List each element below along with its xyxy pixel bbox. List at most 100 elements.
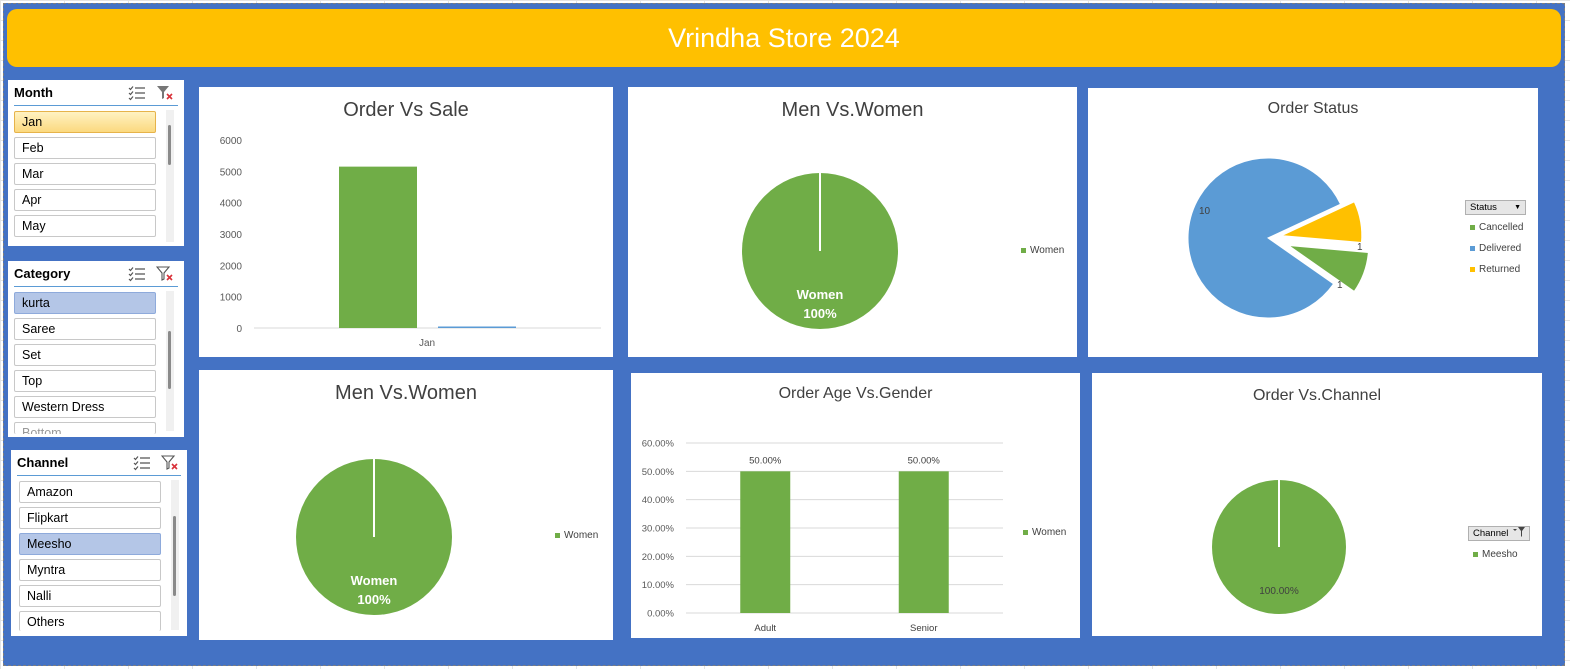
slicer-item-meesho[interactable]: Meesho	[19, 533, 161, 555]
legend-item-women: Women	[1021, 245, 1064, 256]
y-tick-label: 0	[236, 324, 242, 335]
slicer-item-set[interactable]: Set	[14, 344, 156, 366]
bar-adult	[740, 471, 791, 613]
slicer-item-jan[interactable]: Jan	[14, 111, 156, 133]
slicer-item-mar[interactable]: Mar	[14, 163, 156, 185]
multi-select-icon[interactable]	[128, 84, 146, 102]
legend-item-women: Women	[555, 530, 598, 541]
y-tick-label: 60.00%	[642, 439, 675, 450]
x-tick-label: Adult	[754, 623, 776, 634]
slicer-category-header: Category	[14, 261, 178, 287]
slicer-channel-title: Channel	[17, 455, 69, 470]
chart-order-vs-sale[interactable]: Order Vs Sale 0 1000 2000 3000 4000 5000 6000 …	[199, 87, 613, 357]
legend-item-meesho: Meesho	[1473, 549, 1518, 560]
legend-label: Cancelled	[1479, 222, 1524, 233]
slicer-item-apr[interactable]: Apr	[14, 189, 156, 211]
bar-senior	[898, 471, 949, 613]
clear-filter-icon[interactable]	[156, 265, 174, 283]
scroll-thumb[interactable]	[168, 125, 171, 165]
y-tick-label: 4000	[220, 199, 243, 210]
legend-label: Women	[564, 530, 599, 541]
legend-label: Women	[1032, 527, 1067, 538]
slicer-category[interactable]: Category kurta Saree Set Top Western Dre…	[8, 261, 184, 437]
legend-swatch	[1473, 552, 1478, 557]
y-tick-label: 20.00%	[642, 552, 675, 563]
slicer-item-top[interactable]: Top	[14, 370, 156, 392]
filter-label: Status	[1470, 202, 1497, 213]
clear-filter-icon[interactable]	[156, 84, 174, 102]
legend-swatch	[1023, 530, 1028, 535]
multi-select-icon[interactable]	[133, 454, 151, 472]
legend-item-returned: Returned	[1470, 264, 1520, 275]
slicer-item-western-dress[interactable]: Western Dress	[14, 396, 156, 418]
legend-item-delivered: Delivered	[1470, 243, 1521, 254]
chart-order-status[interactable]: Order Status 10 1 1 Status ▼ Cancelled D…	[1088, 88, 1538, 357]
chart-men-vs-women-2[interactable]: Men Vs.Women Women 100% Women	[199, 370, 613, 640]
scroll-thumb[interactable]	[173, 516, 176, 596]
y-tick-label: 0.00%	[647, 609, 674, 620]
data-label-returned: 1	[1357, 242, 1363, 253]
legend-item-cancelled: Cancelled	[1470, 222, 1523, 233]
legend-label: Meesho	[1482, 549, 1518, 560]
legend-label: Women	[1030, 245, 1065, 256]
x-tick-label: Jan	[419, 338, 435, 349]
multi-select-icon[interactable]	[128, 265, 146, 283]
slicer-month-scrollbar[interactable]	[166, 110, 174, 242]
slicer-item-flipkart[interactable]: Flipkart	[19, 507, 161, 529]
chart-order-vs-channel[interactable]: Order Vs.Channel 100.00% Channel Meesho	[1092, 373, 1542, 636]
legend-label: Returned	[1479, 264, 1521, 275]
slicer-category-title: Category	[14, 266, 71, 281]
data-label-delivered: 10	[1199, 206, 1211, 217]
slicer-item-bottom[interactable]: Bottom	[14, 422, 156, 434]
pie-label-pct: 100%	[803, 306, 837, 321]
pie-plot: 100.00%	[1212, 480, 1346, 614]
slicer-item-others[interactable]: Others	[19, 611, 161, 631]
y-tick-label: 1000	[220, 293, 243, 304]
legend-item-women: Women	[1023, 527, 1066, 538]
order-vs-sale-plot: 0 1000 2000 3000 4000 5000 6000 Jan	[220, 136, 601, 349]
slicer-item-myntra[interactable]: Myntra	[19, 559, 161, 581]
slicer-month[interactable]: Month Jan Feb Mar Apr May	[8, 80, 184, 246]
slicer-item-amazon[interactable]: Amazon	[19, 481, 161, 503]
slicer-month-items: Jan Feb Mar Apr May	[14, 111, 156, 241]
pie-plot: Women 100%	[742, 173, 898, 329]
y-tick-label: 40.00%	[642, 495, 675, 506]
legend-swatch	[1470, 267, 1475, 272]
dashboard-panel: Vrindha Store 2024 Month Jan Feb Mar Apr…	[3, 3, 1565, 666]
slicer-item-feb[interactable]: Feb	[14, 137, 156, 159]
slicer-channel-header: Channel	[17, 450, 181, 476]
slicer-item-nalli[interactable]: Nalli	[19, 585, 161, 607]
slicer-item-may[interactable]: May	[14, 215, 156, 237]
y-tick-label: 3000	[220, 230, 243, 241]
slicer-month-title: Month	[14, 85, 53, 100]
data-label: 50.00%	[749, 455, 782, 466]
channel-filter-button[interactable]: Channel	[1468, 526, 1530, 541]
slicer-category-items: kurta Saree Set Top Western Dress Bottom	[14, 292, 156, 438]
slicer-channel[interactable]: Channel Amazon Flipkart Meesho Myntra Na…	[11, 450, 187, 636]
pie-label-women: Women	[351, 573, 398, 588]
status-filter-button[interactable]: Status ▼	[1465, 200, 1526, 215]
slicer-category-scrollbar[interactable]	[166, 291, 174, 431]
clear-filter-icon[interactable]	[161, 454, 179, 472]
legend-swatch	[1470, 225, 1475, 230]
bar-order	[438, 326, 516, 328]
y-tick-label: 30.00%	[642, 524, 675, 535]
pie-plot: Women 100%	[296, 459, 452, 615]
legend-swatch	[1021, 248, 1026, 253]
filter-label: Channel	[1473, 528, 1509, 539]
chart-men-vs-women-1[interactable]: Men Vs.Women Women 100% Women	[628, 87, 1077, 357]
chart-age-vs-gender[interactable]: Order Age Vs.Gender 0.00% 10.00% 20.00% 30.…	[631, 373, 1080, 638]
slicer-item-kurta[interactable]: kurta	[14, 292, 156, 314]
scroll-thumb[interactable]	[168, 331, 171, 389]
y-tick-label: 6000	[220, 136, 243, 147]
data-label-cancelled: 1	[1337, 280, 1343, 291]
slicer-item-saree[interactable]: Saree	[14, 318, 156, 340]
y-tick-label: 2000	[220, 261, 243, 272]
y-tick-label: 5000	[220, 167, 243, 178]
filter-active-icon	[1513, 527, 1525, 540]
pie-label-pct: 100.00%	[1259, 586, 1299, 597]
slicer-channel-scrollbar[interactable]	[171, 480, 179, 630]
pie-label-pct: 100%	[357, 592, 391, 607]
pie-label-women: Women	[797, 287, 844, 302]
age-vs-gender-plot: 0.00% 10.00% 20.00% 30.00% 40.00% 50.00% 60.00…	[642, 439, 1003, 634]
